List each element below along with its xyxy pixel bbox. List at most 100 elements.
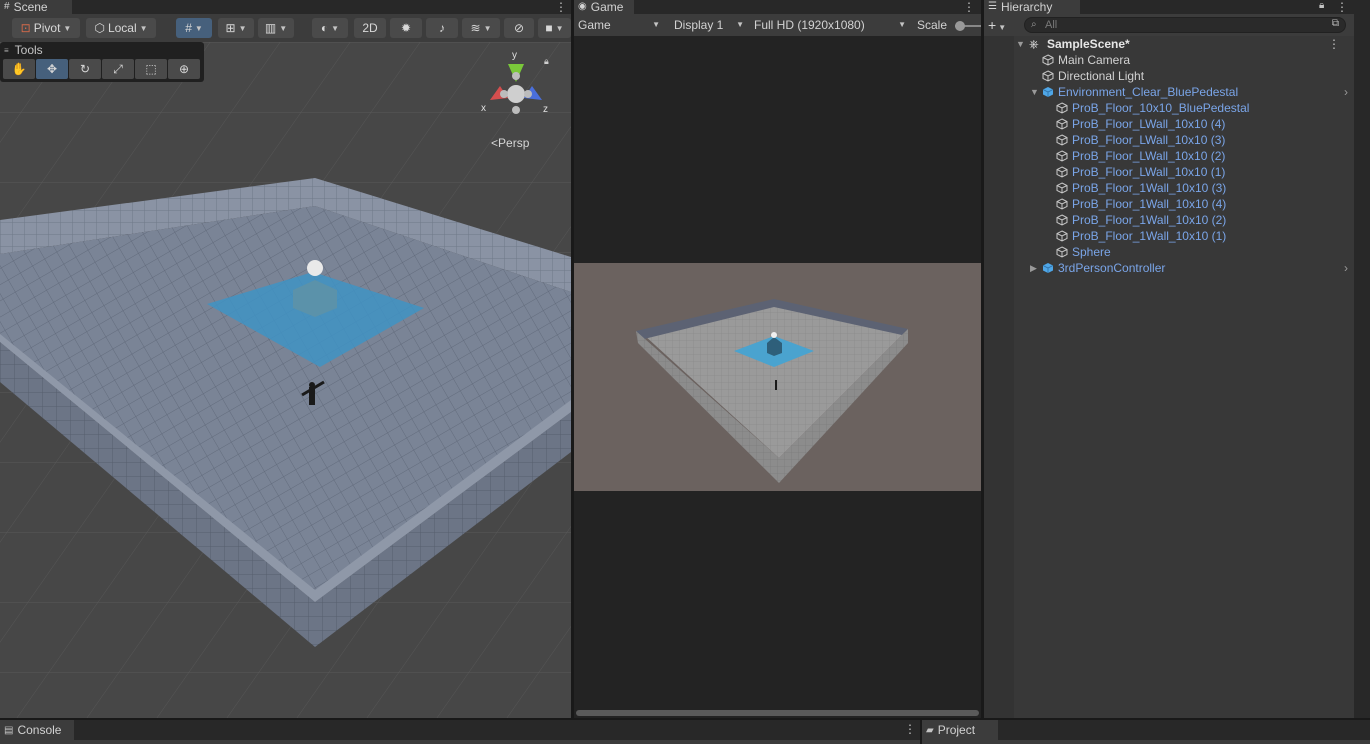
grid-lines-icon: ▥ [264, 21, 277, 35]
rect-tool-button[interactable]: ⬚ [135, 59, 167, 79]
hierarchy-item-environment[interactable]: ▼ Environment_Clear_BluePedestal › [984, 84, 1354, 100]
hierarchy-item-label: Directional Light [1058, 69, 1145, 83]
hierarchy-item-floor-bluepedestal[interactable]: ProB_Floor_10x10_BluePedestal [984, 100, 1354, 116]
gameobject-cube-icon [1056, 118, 1068, 130]
hand-tool-button[interactable]: ✋ [3, 59, 35, 79]
scene-root-row[interactable]: ▼ ⎈ SampleScene* ⋮ [984, 36, 1354, 52]
hierarchy-item-1wall-2[interactable]: ProB_Floor_1Wall_10x10 (2) [984, 212, 1354, 228]
scene-menu-kebab-icon[interactable]: ⋮ [555, 1, 567, 13]
hierarchy-item-1wall-3[interactable]: ProB_Floor_1Wall_10x10 (3) [984, 180, 1354, 196]
gizmo-lock-icon[interactable]: 🔒︎ [544, 56, 549, 67]
effects-button[interactable]: ≋ ▼ [462, 18, 500, 38]
hierarchy-item-label: ProB_Floor_LWall_10x10 (4) [1072, 117, 1226, 131]
gamepad-icon: ◉ [578, 1, 587, 12]
hierarchy-item-lwall-3[interactable]: ProB_Floor_LWall_10x10 (3) [984, 132, 1354, 148]
hierarchy-item-lwall-4[interactable]: ProB_Floor_LWall_10x10 (4) [984, 116, 1354, 132]
hierarchy-menu-kebab-icon[interactable]: ⋮ [1336, 1, 1348, 13]
hierarchy-item-label: ProB_Floor_1Wall_10x10 (2) [1072, 213, 1227, 227]
projection-toggle[interactable]: <Persp [491, 136, 529, 150]
scene-expand-arrow-icon[interactable]: ▼ [1016, 36, 1025, 52]
grid-visibility-button[interactable]: ▥ ▼ [258, 18, 294, 38]
scale-tool-button[interactable]: ⤢ [102, 59, 134, 79]
hierarchy-item-label: ProB_Floor_LWall_10x10 (3) [1072, 133, 1226, 147]
tools-overlay: ≡ Tools ✋ ✥ ↻ ⤢ ⬚ ⊕ [0, 42, 204, 82]
hierarchy-lock-icon[interactable]: 🔒︎ [1319, 0, 1324, 11]
projection-arrow-icon: < [491, 136, 499, 150]
open-prefab-chevron-icon[interactable]: › [1344, 260, 1348, 276]
hierarchy-item-3rdpersoncontroller[interactable]: ▶ 3rdPersonController › [984, 260, 1354, 276]
gameobject-cube-icon [1042, 54, 1054, 66]
expand-arrow-icon[interactable]: ▶ [1030, 260, 1037, 276]
increment-snap-button[interactable]: ⊞ ▼ [218, 18, 254, 38]
audio-button[interactable]: ♪ [426, 18, 458, 38]
scene-viewport[interactable] [0, 42, 571, 718]
search-icon: ⌕ [1031, 19, 1037, 30]
hidden-objects-button[interactable]: ⊘ [504, 18, 534, 38]
game-menu-kebab-icon[interactable]: ⋮ [963, 1, 975, 13]
chevron-down-icon: ▼ [238, 23, 247, 33]
game-character [775, 380, 777, 390]
game-view-select[interactable]: Game ▼ [574, 15, 664, 35]
hierarchy-item-label: ProB_Floor_LWall_10x10 (1) [1072, 165, 1226, 179]
chevron-down-icon: ▼ [483, 23, 492, 33]
expand-arrow-icon[interactable]: ▼ [1030, 84, 1039, 100]
scale-slider-thumb[interactable] [955, 21, 965, 31]
hierarchy-search-placeholder: All [1045, 19, 1058, 31]
move-tool-button[interactable]: ✥ [36, 59, 68, 79]
camera-settings-button[interactable]: ■ ▼ [538, 18, 571, 38]
project-toolbar-strip [922, 740, 1370, 744]
hierarchy-item-lwall-1[interactable]: ProB_Floor_LWall_10x10 (1) [984, 164, 1354, 180]
local-label: Local [107, 21, 137, 35]
hierarchy-item-lwall-2[interactable]: ProB_Floor_LWall_10x10 (2) [984, 148, 1354, 164]
tab-scene[interactable]: # Scene [0, 0, 72, 14]
chevron-down-icon: ▼ [139, 23, 148, 33]
game-sphere [771, 332, 777, 338]
scene-grid-icon: # [4, 1, 10, 12]
console-menu-kebab-icon[interactable]: ⋮ [904, 723, 916, 735]
pivot-icon: ⊡ [20, 21, 31, 35]
open-prefab-chevron-icon[interactable]: › [1344, 84, 1348, 100]
increment-snap-icon: ⊞ [225, 21, 236, 35]
grid-snap-button[interactable]: # ▼ [176, 18, 212, 38]
game-horizontal-scrollbar[interactable] [576, 710, 979, 716]
search-filter-icon[interactable]: ⧉ [1332, 18, 1339, 29]
resolution-value: Full HD (1920x1080) [754, 18, 865, 32]
lighting-button[interactable]: ✹ [390, 18, 422, 38]
create-button[interactable]: + ▼ [988, 17, 1014, 33]
grid-snap-icon: # [185, 21, 192, 35]
hierarchy-item-1wall-1[interactable]: ProB_Floor_1Wall_10x10 (1) [984, 228, 1354, 244]
hierarchy-item-directional-light[interactable]: Directional Light [984, 68, 1354, 84]
tab-console[interactable]: ▤ Console [0, 720, 74, 740]
pivot-button[interactable]: ⊡ Pivot ▼ [12, 18, 80, 38]
drag-handle-icon[interactable]: ≡ [4, 46, 9, 55]
mode-2d-label: 2D [362, 21, 378, 35]
draw-mode-button[interactable]: ◐ ▼ [312, 18, 348, 38]
local-button[interactable]: ⬡ Local ▼ [86, 18, 156, 38]
shaded-sphere-icon: ◐ [320, 21, 329, 35]
resolution-select[interactable]: Full HD (1920x1080) ▼ [750, 15, 910, 35]
rotate-tool-button[interactable]: ↻ [69, 59, 101, 79]
scene-kebab-icon[interactable]: ⋮ [1328, 36, 1340, 52]
hierarchy-item-1wall-4[interactable]: ProB_Floor_1Wall_10x10 (4) [984, 196, 1354, 212]
tab-game-label: Game [590, 0, 624, 14]
hierarchy-search-field[interactable]: ⌕ All ⧉ [1024, 17, 1346, 33]
tools-overlay-header[interactable]: ≡ Tools [4, 43, 43, 57]
tab-hierarchy[interactable]: ☰ Hierarchy [984, 0, 1080, 14]
mode-2d-button[interactable]: 2D [354, 18, 386, 38]
hierarchy-item-label: ProB_Floor_1Wall_10x10 (3) [1072, 181, 1227, 195]
gameobject-cube-icon [1056, 246, 1068, 258]
gameobject-cube-icon [1056, 134, 1068, 146]
display-select[interactable]: Display 1 ▼ [670, 15, 748, 35]
tab-game[interactable]: ◉ Game [574, 0, 634, 14]
chevron-down-icon: ▼ [555, 23, 564, 33]
hierarchy-item-sphere[interactable]: Sphere [984, 244, 1354, 260]
eye-slash-icon: ⊘ [513, 21, 525, 35]
scale-icon: ⤢ [113, 61, 123, 76]
scale-slider[interactable] [955, 21, 981, 31]
gameobject-cube-icon [1056, 102, 1068, 114]
hierarchy-item-main-camera[interactable]: Main Camera [984, 52, 1354, 68]
local-cube-icon: ⬡ [94, 21, 105, 35]
chevron-down-icon: ▼ [331, 23, 340, 33]
tab-project[interactable]: ▰ Project [922, 720, 998, 740]
transform-tool-button[interactable]: ⊕ [168, 59, 200, 79]
